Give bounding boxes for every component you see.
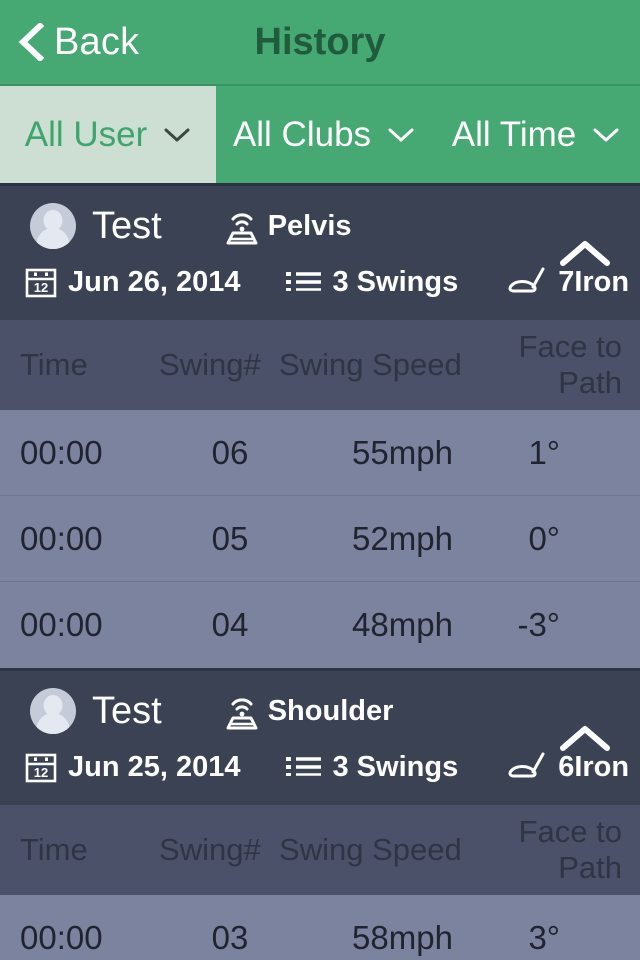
cell-face: 3°: [528, 918, 560, 956]
cell-time: 00:00: [20, 433, 103, 471]
cell-face: -3°: [517, 606, 560, 643]
cell-time: 00:00: [20, 918, 103, 956]
cell-speed: 55mph: [352, 433, 453, 471]
session-user-name: Test: [92, 204, 162, 247]
cell-swing: 03: [211, 918, 249, 956]
filter-bar: All User All Clubs All Time: [0, 86, 640, 186]
avatar-icon: [30, 203, 76, 249]
chevron-down-icon: [593, 128, 619, 141]
chevron-up-icon: [560, 726, 610, 751]
cell-swing: 04: [211, 606, 249, 643]
table-column-header: Time Swing# Swing Speed Face to Path: [0, 805, 640, 895]
session-date-label: Jun 25, 2014: [68, 750, 241, 783]
cell-face: 1°: [528, 433, 560, 471]
history-screen: Back History All User All Clubs All Time: [0, 0, 640, 960]
column-header-swing: Swing#: [159, 832, 261, 867]
chevron-down-icon: [164, 128, 190, 141]
golf-club-icon: [508, 752, 545, 778]
column-header-speed: Swing Speed: [279, 347, 462, 382]
back-button[interactable]: Back: [0, 0, 139, 84]
session-header-primary-row: Test Pelvis: [0, 200, 640, 252]
cell-swing: 05: [211, 519, 249, 557]
avatar-body: [36, 228, 70, 249]
avatar-icon: [30, 688, 76, 734]
filter-all-clubs[interactable]: All Clubs: [216, 86, 432, 183]
calendar-day-number: 12: [34, 280, 48, 295]
cell-time: 00:00: [20, 519, 103, 557]
filter-all-time[interactable]: All Time: [432, 86, 640, 183]
list-icon: [285, 757, 321, 776]
calendar-icon: 12: [25, 753, 57, 783]
session-header-meta-row: 12 Jun 26, 2014 3 Swings 7Iron: [0, 256, 640, 308]
column-header-face: Face to Path: [518, 329, 622, 400]
session-sensor: Pelvis: [220, 205, 352, 247]
chevron-up-icon: [560, 241, 610, 266]
session-collapse-button[interactable]: [552, 708, 618, 768]
session-header[interactable]: Test Pelvis 12 Jun 26, 2014 3 Swings 7Ir…: [0, 186, 640, 320]
table-row[interactable]: 00:00 03 58mph 3°: [0, 895, 640, 960]
cell-swing: 06: [211, 433, 249, 471]
session-header-meta-row: 12 Jun 25, 2014 3 Swings 6Iron: [0, 741, 640, 793]
session-sensor: Shoulder: [220, 690, 394, 732]
cell-speed: 58mph: [352, 918, 453, 956]
avatar-body: [36, 713, 70, 734]
session-swing-count-label: 3 Swings: [332, 750, 459, 783]
cell-time: 00:00: [20, 606, 103, 643]
session-date: 12 Jun 25, 2014: [24, 750, 241, 784]
column-header-face: Face to Path: [518, 814, 622, 885]
column-header-time: Time: [20, 347, 88, 382]
chevron-left-icon: [18, 23, 44, 61]
list-icon: [285, 272, 321, 291]
filter-all-time-label: All Time: [451, 114, 577, 154]
session-collapse-button[interactable]: [552, 223, 618, 283]
session-header-primary-row: Test Shoulder: [0, 685, 640, 737]
calendar-icon: 12: [25, 268, 57, 298]
sensor-broadcast-icon: [226, 213, 258, 245]
filter-all-clubs-label: All Clubs: [232, 114, 372, 154]
back-label: Back: [54, 20, 140, 63]
table-column-header: Time Swing# Swing Speed Face to Path: [0, 320, 640, 410]
cell-face: 0°: [528, 519, 560, 557]
calendar-day-number: 12: [34, 765, 48, 780]
filter-all-user[interactable]: All User: [0, 86, 216, 183]
session-sensor-label: Pelvis: [267, 209, 352, 242]
column-header-speed: Swing Speed: [279, 832, 462, 867]
table-row[interactable]: 00:00 06 55mph 1°: [0, 410, 640, 496]
session-date-label: Jun 26, 2014: [68, 265, 241, 298]
column-header-time: Time: [20, 832, 88, 867]
table-row[interactable]: 00:00 05 52mph 0°: [0, 496, 640, 582]
filter-all-user-label: All User: [24, 114, 148, 154]
session-swing-count: 3 Swings: [285, 265, 459, 299]
chevron-down-icon: [388, 128, 414, 141]
column-header-swing: Swing#: [159, 347, 261, 382]
golf-club-icon: [508, 267, 545, 293]
session-swing-count: 3 Swings: [285, 750, 459, 784]
table-row[interactable]: 00:00 04 48mph -3°: [0, 582, 640, 668]
session-date: 12 Jun 26, 2014: [24, 265, 241, 299]
sensor-broadcast-icon: [226, 698, 258, 730]
cell-speed: 48mph: [352, 606, 453, 643]
session-user-name: Test: [92, 689, 162, 732]
session-header[interactable]: Test Shoulder 12 Jun 25, 2014 3 Swings 6…: [0, 671, 640, 805]
session-swing-count-label: 3 Swings: [332, 265, 459, 298]
cell-speed: 52mph: [352, 519, 453, 557]
session-sensor-label: Shoulder: [267, 694, 394, 727]
navigation-bar: Back History: [0, 0, 640, 86]
